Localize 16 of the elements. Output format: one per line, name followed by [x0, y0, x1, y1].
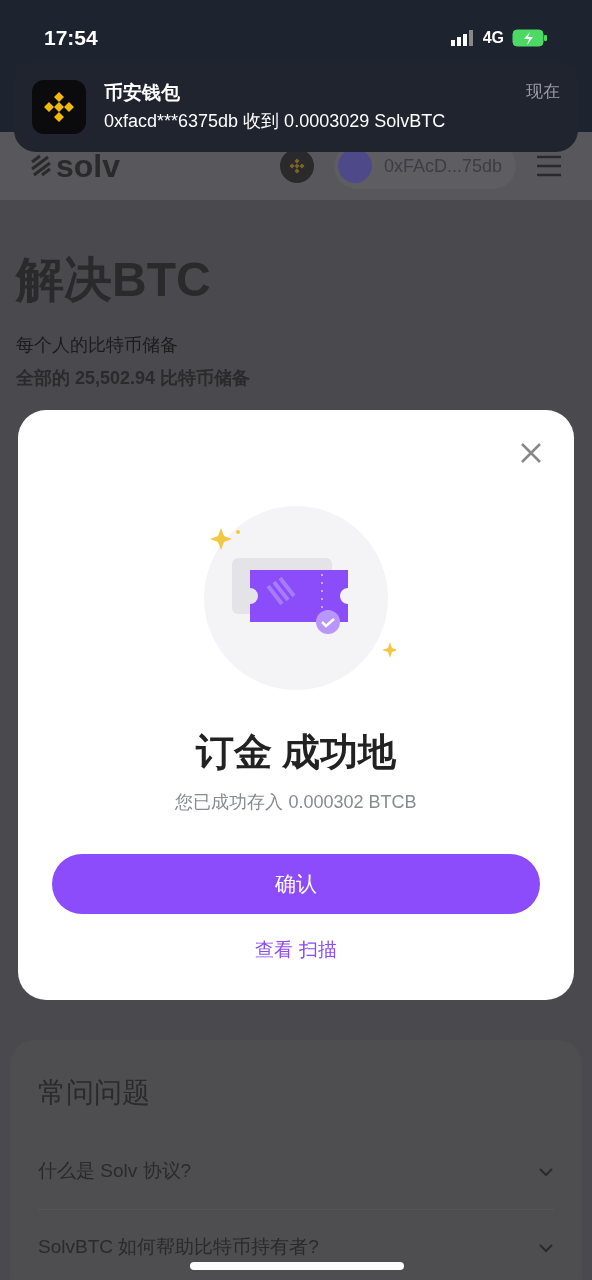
dialog-title: 订金 成功地: [195, 730, 397, 775]
dialog-message: 您已成功存入 0.000302 BTCB: [175, 791, 417, 814]
signal-icon: [450, 30, 475, 46]
logo-icon: [30, 154, 52, 178]
status-time: 17:54: [44, 25, 98, 51]
chevron-icon: [538, 1242, 554, 1253]
notification-app-name: 币安钱包: [104, 81, 180, 106]
notification-message: 0xfacd***6375db 收到 0.0003029 SolvBTC: [104, 109, 447, 133]
battery-charging-icon: [512, 29, 548, 47]
chevron-icon: [538, 1166, 554, 1177]
menu-icon[interactable]: [536, 155, 562, 177]
network-label: 4G: [482, 28, 504, 48]
confirm-button[interactable]: 确认: [52, 854, 540, 914]
notification-time: 现在: [526, 81, 560, 104]
view-scan-link[interactable]: 查看 扫描: [255, 936, 337, 965]
close-icon[interactable]: [520, 442, 542, 464]
